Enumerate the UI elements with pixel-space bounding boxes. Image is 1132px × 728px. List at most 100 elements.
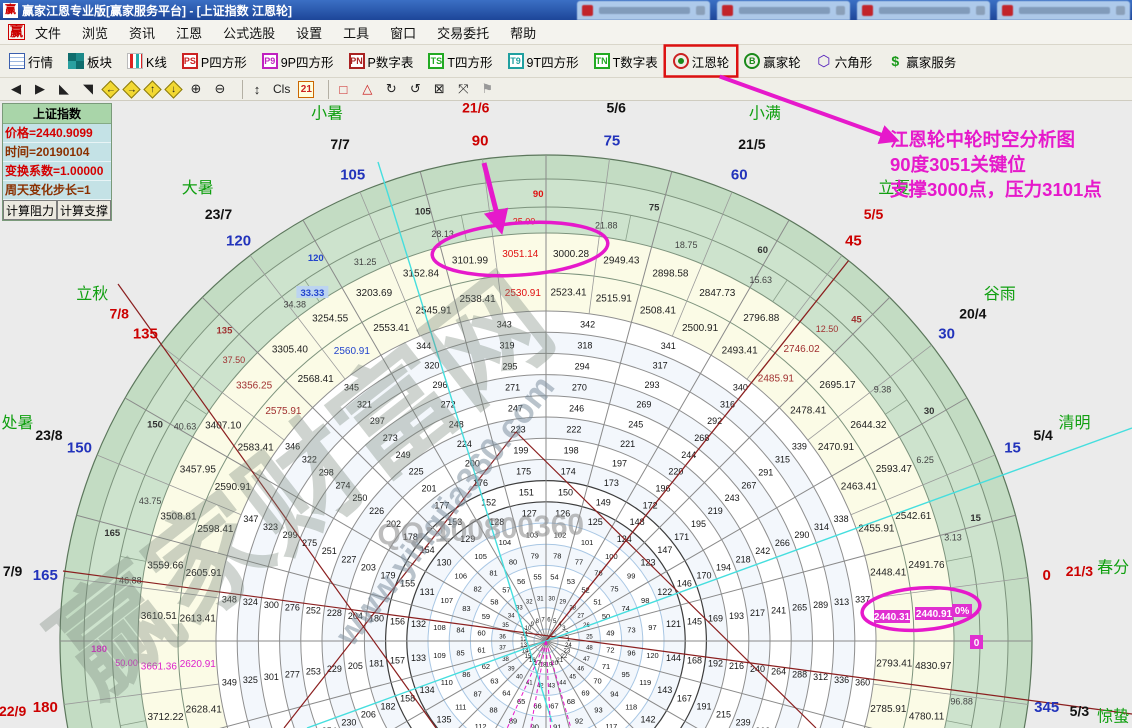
svg-text:2440.91: 2440.91	[916, 609, 953, 620]
drawtool-t-axis[interactable]: ↕	[249, 81, 265, 98]
drawtool-zoom-out[interactable]: ⊖	[212, 81, 228, 98]
svg-text:252: 252	[306, 605, 321, 615]
tab-close-icon[interactable]	[1116, 6, 1125, 15]
background-window-tabs	[577, 1, 1130, 20]
svg-text:12.50: 12.50	[816, 324, 839, 334]
menu-资讯[interactable]: 资讯	[129, 23, 155, 42]
drawtool-delete-box[interactable]: ⊠	[431, 81, 447, 98]
svg-text:88: 88	[489, 705, 497, 714]
svg-text:2491.76: 2491.76	[908, 560, 945, 571]
menu-江恩[interactable]: 江恩	[176, 23, 202, 42]
drawtool-rotate-ccw[interactable]: ↺	[407, 81, 423, 98]
svg-text:181: 181	[369, 658, 384, 668]
toolbar-item-sectors[interactable]: 板块	[65, 50, 115, 73]
toolbar-item-winner-service[interactable]: $赢家服务	[884, 50, 959, 73]
menu-设置[interactable]: 设置	[296, 23, 322, 42]
drawtool-clear-flag[interactable]: ⚑	[479, 81, 495, 98]
drawtool-nav-right[interactable]: ▶	[32, 81, 48, 98]
drawtool-rotate-cw[interactable]: ↻	[383, 81, 399, 98]
svg-text:241: 241	[771, 605, 786, 615]
drawtool-draw-rect[interactable]: □	[335, 81, 351, 98]
drawtool-pan-right[interactable]: →	[122, 80, 140, 98]
svg-text:246: 246	[569, 403, 584, 413]
svg-text:198: 198	[564, 445, 579, 455]
drawtool-pan-down[interactable]: ↓	[164, 80, 182, 98]
svg-text:59: 59	[482, 612, 490, 621]
toolbar-item-winner-wheel[interactable]: B赢家轮	[741, 50, 804, 73]
toolbar-item-t-table[interactable]: TNT数字表	[591, 50, 661, 73]
t-table-icon: TN	[594, 53, 610, 69]
svg-text:216: 216	[729, 661, 744, 671]
tab-close-icon[interactable]	[976, 6, 985, 15]
svg-text:2470.91: 2470.91	[818, 442, 855, 453]
drawtool-zoom-in[interactable]: ⊕	[188, 81, 204, 98]
background-window-tab[interactable]	[857, 1, 990, 20]
menu-浏览[interactable]: 浏览	[82, 23, 108, 42]
svg-text:266: 266	[775, 538, 790, 548]
svg-text:217: 217	[750, 608, 765, 618]
drawtool-draw-triangle[interactable]: △	[359, 81, 375, 98]
svg-text:206: 206	[361, 710, 376, 720]
svg-text:222: 222	[566, 424, 581, 434]
svg-text:125: 125	[588, 517, 603, 527]
svg-text:292: 292	[707, 416, 722, 426]
menu-帮助[interactable]: 帮助	[510, 23, 536, 42]
svg-text:338: 338	[834, 514, 849, 524]
drawtool-pan-up[interactable]: ↑	[143, 80, 161, 98]
menu-工具[interactable]: 工具	[343, 23, 369, 42]
drawtool-shrink[interactable]: ⤧	[455, 81, 471, 98]
background-window-tab[interactable]	[717, 1, 850, 20]
calc-support-button[interactable]: 计算支撑	[57, 200, 111, 220]
menu-交易委托[interactable]: 交易委托	[437, 23, 489, 42]
menu-窗口[interactable]: 窗口	[390, 23, 416, 42]
svg-text:194: 194	[716, 562, 731, 572]
background-window-tab[interactable]	[997, 1, 1130, 20]
svg-text:78: 78	[553, 552, 561, 561]
drawtool-nav-down[interactable]: ◥	[80, 81, 96, 98]
svg-text:61: 61	[477, 645, 485, 654]
toolbar-item-quotes[interactable]: 行情	[6, 50, 56, 73]
background-window-tab[interactable]	[577, 1, 710, 20]
drawtool-pan-left[interactable]: ←	[101, 80, 119, 98]
drawtool-nav-up[interactable]: ◣	[56, 81, 72, 98]
toolbar-item-9p-square[interactable]: P99P四方形	[259, 50, 337, 73]
drawtool-calendar[interactable]: 21	[298, 81, 314, 98]
svg-text:5/4: 5/4	[1033, 427, 1053, 443]
toolbar-item-p-square[interactable]: PSP四方形	[179, 50, 250, 73]
svg-text:72: 72	[606, 645, 614, 654]
svg-text:82: 82	[473, 585, 481, 594]
svg-text:44: 44	[559, 680, 566, 686]
svg-text:2485.91: 2485.91	[758, 373, 795, 384]
drawtool-cls[interactable]: Cls	[273, 81, 290, 98]
toolbar-item-p-table[interactable]: PNP数字表	[346, 50, 417, 73]
svg-text:120: 120	[226, 232, 251, 249]
gann-wheel-target-icon	[673, 53, 689, 69]
svg-text:33.33: 33.33	[300, 288, 324, 299]
svg-text:立秋: 立秋	[76, 285, 108, 303]
gann-wheel-chart: 1234567891011121314151617181920212223242…	[0, 0, 1132, 728]
drawtool-nav-left[interactable]: ◀	[8, 81, 24, 98]
svg-text:290: 290	[794, 530, 809, 540]
toolbar-item-hexagon[interactable]: ⬡六角形	[813, 50, 876, 73]
svg-text:144: 144	[666, 653, 681, 663]
svg-text:31.25: 31.25	[354, 257, 377, 267]
svg-text:23/7: 23/7	[205, 206, 232, 222]
tab-close-icon[interactable]	[696, 6, 705, 15]
menu-文件[interactable]: 文件	[35, 23, 61, 42]
toolbar-item-9t-square[interactable]: T99T四方形	[505, 50, 582, 73]
toolbar-item-gann-wheel[interactable]: 江恩轮	[670, 50, 733, 73]
svg-text:293: 293	[644, 380, 659, 390]
svg-text:70: 70	[593, 677, 601, 686]
toolbar-item-kline[interactable]: K线	[124, 50, 170, 73]
svg-text:83: 83	[462, 604, 470, 613]
index-info-panel: 上证指数 价格=2440.9099 时间=20190104 变换系数=1.000…	[2, 103, 112, 221]
tab-close-icon[interactable]	[836, 6, 845, 15]
menu-公式选股[interactable]: 公式选股	[223, 23, 275, 42]
calc-resistance-button[interactable]: 计算阻力	[3, 200, 57, 220]
svg-text:337: 337	[855, 594, 870, 604]
toolbar-item-t-square[interactable]: TST四方形	[425, 50, 495, 73]
svg-text:165: 165	[33, 567, 58, 584]
svg-text:175: 175	[516, 466, 531, 476]
svg-text:107: 107	[441, 596, 454, 605]
svg-text:191: 191	[696, 701, 711, 711]
